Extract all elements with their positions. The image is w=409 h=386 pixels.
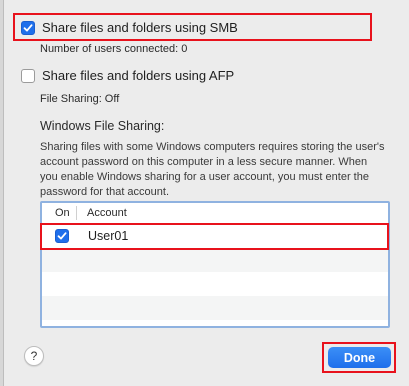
user01-checkbox[interactable] — [55, 229, 69, 243]
accounts-table[interactable]: On Account User01 — [40, 201, 390, 328]
column-header-on[interactable]: On — [42, 207, 76, 219]
table-header: On Account — [42, 203, 388, 224]
checkmark-icon — [57, 232, 67, 240]
empty-row — [42, 272, 388, 296]
checkmark-icon — [23, 23, 33, 31]
row-on-cell — [42, 229, 76, 243]
smb-status: Number of users connected: 0 — [40, 43, 188, 55]
help-button[interactable]: ? — [24, 346, 44, 366]
afp-checkbox[interactable] — [21, 68, 35, 83]
column-header-account[interactable]: Account — [77, 207, 127, 219]
done-button[interactable]: Done — [328, 347, 391, 368]
empty-row — [42, 296, 388, 320]
windows-sharing-description: Sharing files with some Windows computer… — [40, 141, 385, 198]
afp-option[interactable]: Share files and folders using AFP — [21, 68, 234, 83]
windows-sharing-title: Windows File Sharing: — [40, 119, 165, 133]
empty-row — [42, 248, 388, 272]
afp-label: Share files and folders using AFP — [42, 68, 235, 83]
table-row[interactable]: User01 — [42, 224, 388, 248]
row-account-name: User01 — [88, 229, 129, 243]
afp-status: File Sharing: Off — [40, 93, 120, 105]
smb-checkbox[interactable] — [21, 20, 35, 35]
smb-option[interactable]: Share files and folders using SMB — [21, 20, 238, 35]
smb-label: Share files and folders using SMB — [42, 20, 238, 35]
background-window-edge — [0, 0, 4, 386]
